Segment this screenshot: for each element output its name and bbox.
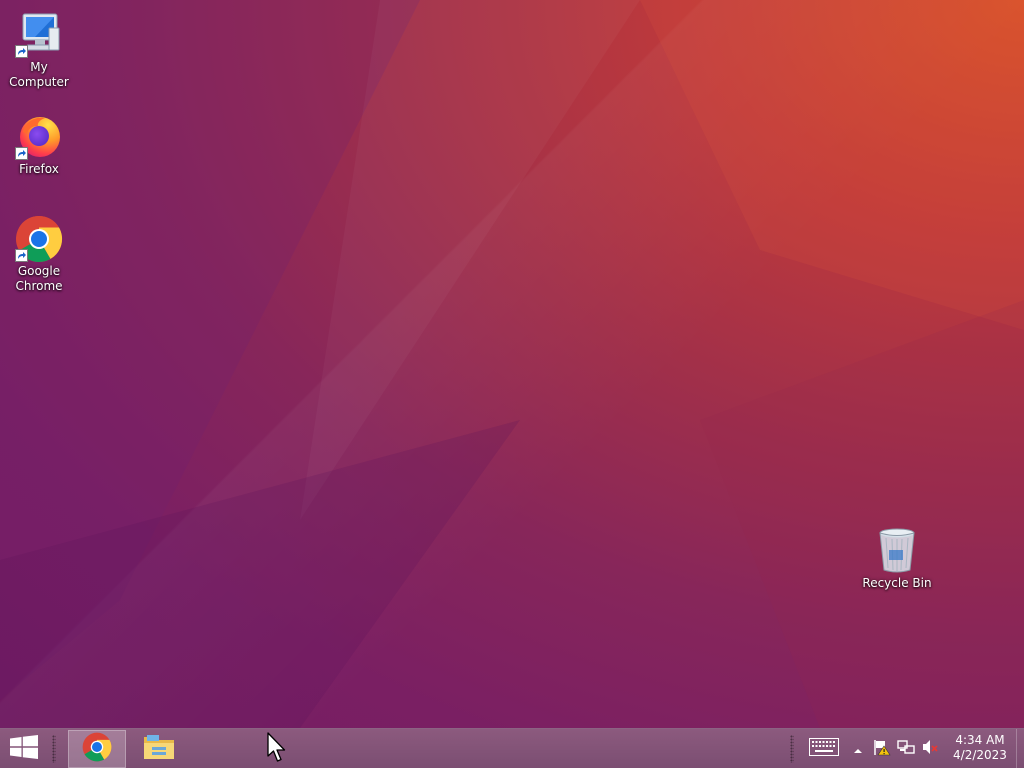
shortcut-arrow-icon [15, 45, 28, 58]
taskbar-chrome-button[interactable] [68, 730, 126, 768]
touch-keyboard-button[interactable] [806, 729, 842, 769]
desktop-icon-label: Google Chrome [15, 264, 63, 293]
desktop-icon-label: Recycle Bin [862, 576, 932, 590]
keyboard-icon [809, 738, 839, 760]
tray-grip[interactable] [790, 735, 794, 763]
clock[interactable]: 4:34 AM 4/2/2023 [948, 733, 1012, 763]
windows-logo-icon [10, 735, 38, 763]
show-hidden-icons-button[interactable] [850, 729, 866, 769]
action-center-button[interactable] [872, 729, 892, 769]
chevron-up-icon [853, 740, 863, 759]
desktop-icon-firefox[interactable]: Firefox [0, 112, 78, 177]
network-button[interactable] [896, 729, 916, 769]
taskbar-grip[interactable] [52, 735, 56, 763]
taskbar-file-explorer-button[interactable] [130, 730, 188, 768]
network-icon [897, 738, 915, 760]
volume-button[interactable] [920, 729, 940, 769]
show-desktop-button[interactable] [1016, 729, 1024, 769]
desktop-icon-label: My Computer [9, 60, 69, 89]
start-button[interactable] [0, 730, 48, 768]
shortcut-arrow-icon [15, 147, 28, 160]
folder-icon [143, 733, 175, 765]
taskbar: 4:34 AM 4/2/2023 [0, 728, 1024, 769]
desktop[interactable]: My Computer Firefox Google Chrome Recycl… [0, 0, 1024, 728]
clock-time: 4:34 AM [955, 733, 1005, 747]
desktop-icon-google-chrome[interactable]: Google Chrome [0, 214, 78, 294]
desktop-icon-my-computer[interactable]: My Computer [0, 10, 78, 90]
action-center-flag-icon [873, 738, 891, 760]
desktop-icon-recycle-bin[interactable]: Recycle Bin [858, 526, 936, 591]
shortcut-arrow-icon [15, 249, 28, 262]
firefox-icon [15, 112, 63, 160]
computer-icon [15, 10, 63, 58]
volume-muted-icon [921, 738, 939, 760]
desktop-icon-label: Firefox [19, 162, 59, 176]
recycle-bin-icon [873, 526, 921, 574]
chrome-icon [82, 732, 112, 766]
chrome-icon [15, 214, 63, 262]
mouse-cursor-icon [267, 732, 287, 768]
wallpaper-shapes [0, 0, 1024, 728]
clock-date: 4/2/2023 [953, 748, 1007, 762]
